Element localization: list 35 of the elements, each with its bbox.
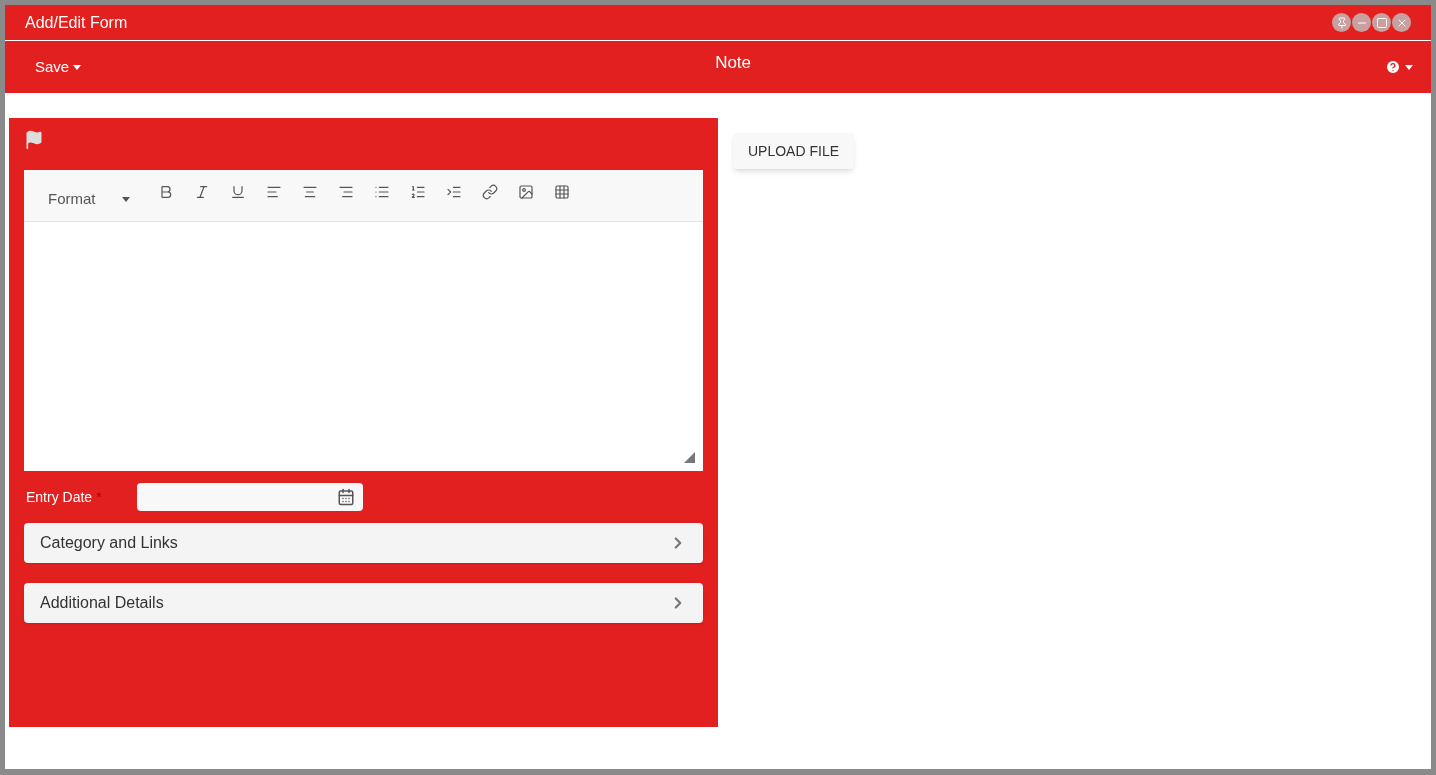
caret-icon: [121, 196, 130, 202]
save-button[interactable]: Save: [35, 55, 82, 79]
resize-handle-icon[interactable]: [684, 452, 695, 463]
maximize-button[interactable]: [1372, 13, 1391, 32]
window-title: Add/Edit Form: [25, 12, 128, 33]
table-icon[interactable]: [553, 184, 570, 200]
numbered-list-icon[interactable]: [409, 184, 426, 200]
pin-icon: [1335, 16, 1348, 29]
pin-button[interactable]: [1332, 13, 1351, 32]
link-icon[interactable]: [481, 184, 498, 200]
bullet-list-icon[interactable]: [373, 184, 390, 200]
image-icon[interactable]: [517, 184, 534, 200]
toolbar-title: Note: [715, 52, 752, 75]
help-button[interactable]: [1385, 59, 1413, 75]
upload-file-button[interactable]: UPLOAD FILE: [733, 133, 855, 169]
indent-icon[interactable]: [445, 184, 462, 200]
accordion-header[interactable]: Additional Details: [24, 583, 703, 623]
align-left-icon[interactable]: [265, 184, 282, 200]
flag-icon[interactable]: [24, 130, 44, 150]
rich-text-editor[interactable]: Format: [24, 170, 703, 471]
close-button[interactable]: [1392, 13, 1411, 32]
date-field[interactable]: [137, 483, 363, 511]
calendar-icon[interactable]: [337, 488, 355, 506]
maximize-icon: [1375, 16, 1388, 29]
underline-icon[interactable]: [229, 184, 246, 200]
help-icon: [1385, 59, 1401, 75]
align-right-icon[interactable]: [337, 184, 354, 200]
field-label: Entry Date *: [26, 486, 137, 508]
caret-icon: [73, 64, 82, 70]
align-center-icon[interactable]: [301, 184, 318, 200]
accordion-header[interactable]: Category and Links: [24, 523, 703, 563]
minimize-button[interactable]: [1352, 13, 1371, 32]
caret-icon: [1405, 64, 1413, 70]
format-dropdown[interactable]: Format: [48, 188, 130, 211]
required-mark: *: [96, 487, 102, 507]
